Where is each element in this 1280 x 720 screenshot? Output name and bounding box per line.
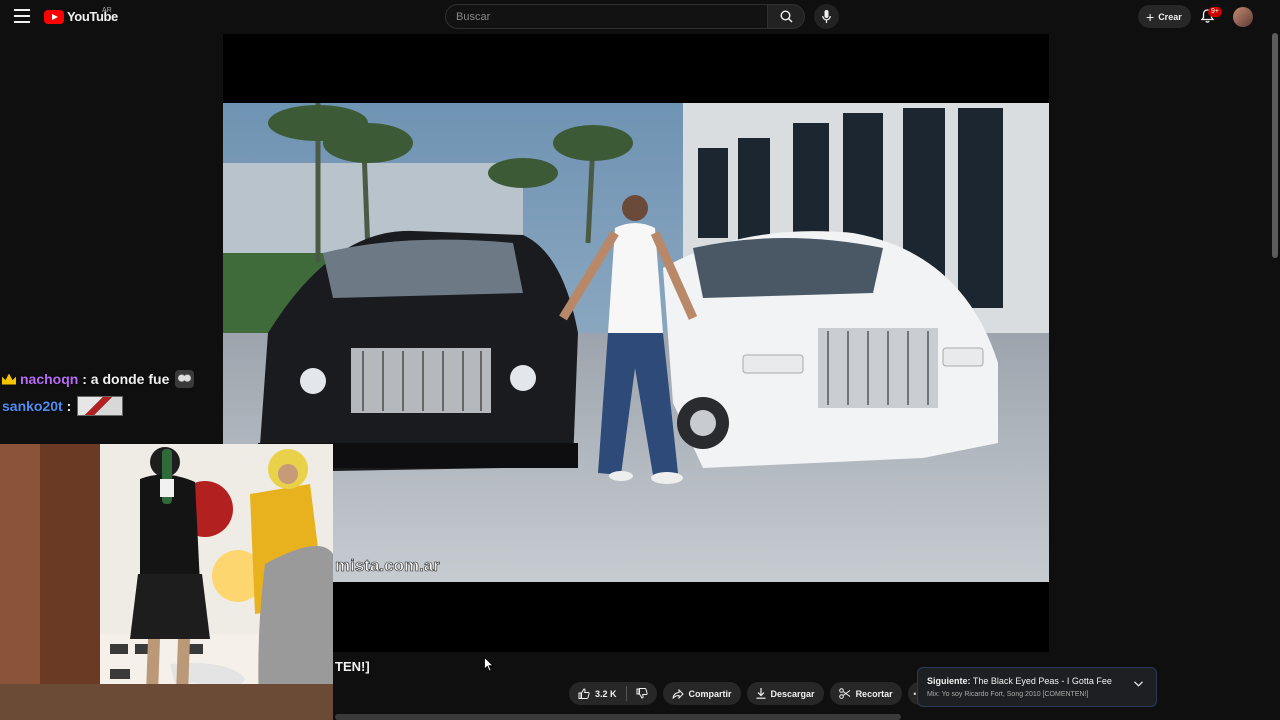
- user-avatar[interactable]: [1233, 7, 1253, 27]
- share-icon: [672, 688, 684, 699]
- up-next-title-line: Siguiente: The Black Eyed Peas - I Gotta…: [927, 676, 1112, 686]
- mouse-cursor-icon: [484, 657, 494, 672]
- hamburger-menu-icon[interactable]: [14, 9, 30, 23]
- search-icon: [780, 10, 793, 23]
- up-next-prefix: Siguiente:: [927, 676, 971, 686]
- like-button[interactable]: 3.2 K: [578, 688, 617, 699]
- create-label: Crear: [1158, 11, 1182, 22]
- chat-username: sanko20t: [2, 398, 63, 414]
- video-title: TEN!]: [335, 659, 370, 674]
- video-scene-illustration: mista.com.ar: [223, 103, 1049, 582]
- streamer-webcam: [0, 444, 333, 720]
- notification-badge: 9+: [1208, 7, 1222, 17]
- player-progress-bar[interactable]: [335, 714, 901, 720]
- download-button[interactable]: Descargar: [746, 682, 824, 705]
- plus-icon: +: [1146, 8, 1155, 25]
- thumbs-down-icon: [636, 688, 648, 699]
- owl-emote-icon: [175, 370, 195, 388]
- search-button[interactable]: [767, 4, 805, 29]
- thumbs-up-icon: [578, 688, 590, 699]
- crown-icon: [2, 373, 16, 385]
- action-row: 3.2 K Compartir Descargar Recortar ⋯: [569, 682, 931, 705]
- chat-message: sanko20t :: [2, 396, 124, 416]
- chat-username: nachoqn: [20, 371, 79, 387]
- up-next-title: The Black Eyed Peas - I Gotta Feeling (O…: [972, 676, 1112, 686]
- video-frame-image[interactable]: mista.com.ar: [223, 103, 1049, 582]
- chat-text: a donde fue: [90, 371, 170, 387]
- voice-search-button[interactable]: [814, 4, 839, 29]
- chat-separator: :: [66, 398, 72, 414]
- like-dislike-group: 3.2 K: [569, 682, 657, 705]
- chat-message: nachoqn : a donde fue: [2, 370, 195, 388]
- download-label: Descargar: [770, 688, 815, 699]
- video-watermark: mista.com.ar: [335, 556, 440, 575]
- stream-chat-overlay: nachoqn : a donde fue sanko20t :: [0, 368, 224, 428]
- like-divider: [625, 686, 627, 701]
- up-next-card[interactable]: Siguiente: The Black Eyed Peas - I Gotta…: [917, 667, 1157, 707]
- youtube-play-icon: [44, 9, 64, 24]
- like-count: 3.2 K: [595, 688, 617, 699]
- chevron-down-icon[interactable]: [1134, 681, 1143, 687]
- chat-separator: :: [82, 371, 87, 387]
- image-emote-icon: [77, 396, 124, 416]
- page-scrollbar[interactable]: [1272, 33, 1278, 258]
- create-button[interactable]: + Crear: [1138, 5, 1191, 28]
- scissors-icon: [838, 688, 850, 699]
- dislike-button[interactable]: [632, 688, 657, 699]
- country-code: AR: [102, 7, 112, 14]
- download-icon: [756, 688, 766, 699]
- microphone-icon: [822, 10, 831, 23]
- search-input[interactable]: Buscar: [445, 4, 768, 29]
- share-label: Compartir: [688, 688, 732, 699]
- clip-button[interactable]: Recortar: [829, 682, 902, 705]
- up-next-subtitle: Mix: Yo soy Ricardo Fort, Song 2010 [COM…: [927, 691, 1089, 698]
- webcam-scene-illustration: [0, 444, 333, 720]
- clip-label: Recortar: [855, 688, 893, 699]
- top-bar: YouTube AR Buscar + Crear 9+: [0, 0, 1280, 33]
- share-button[interactable]: Compartir: [662, 682, 741, 705]
